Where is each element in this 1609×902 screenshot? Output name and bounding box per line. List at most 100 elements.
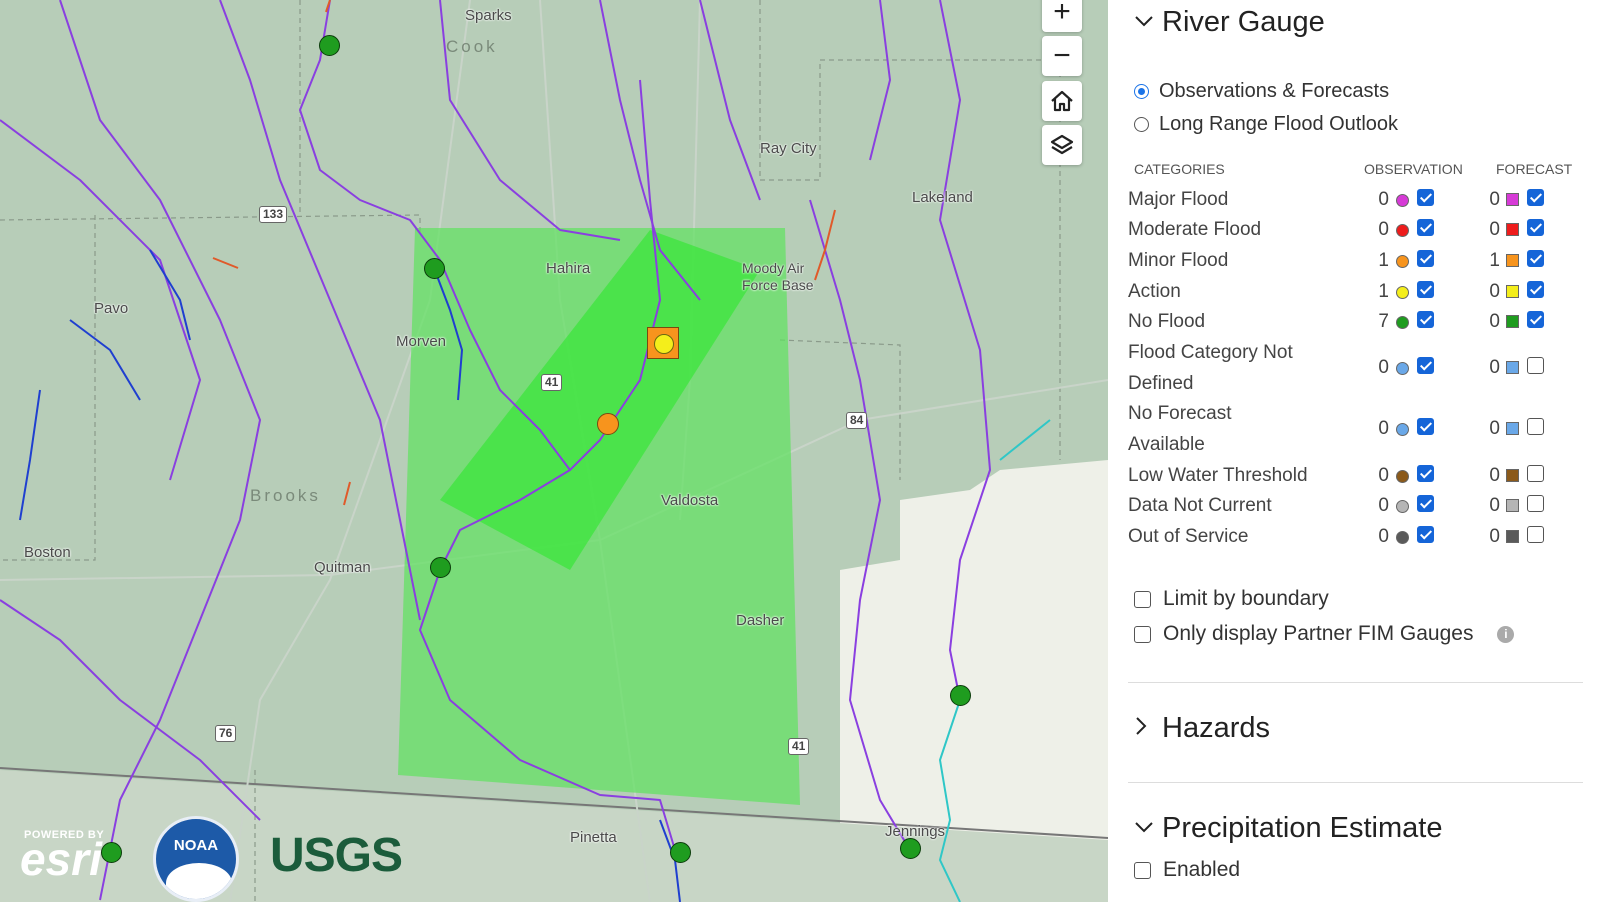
category-row: Moderate Flood 0 0 [1128, 214, 1608, 245]
limit-by-boundary-row[interactable]: Limit by boundary [1134, 587, 1329, 611]
precipitation-section-toggle[interactable]: Precipitation Estimate [1134, 812, 1442, 845]
forecast-legend-square [1506, 284, 1519, 298]
forecast-count: 0 [1489, 218, 1500, 240]
map-view[interactable]: Sparks Ray City Lakeland Hahira Moody Ai… [0, 0, 1108, 902]
observation-checkbox[interactable] [1417, 357, 1434, 374]
forecast-legend-square [1506, 468, 1519, 482]
hazards-title: Hazards [1162, 712, 1270, 744]
gauge-marker-no-flood[interactable] [101, 842, 122, 863]
place-label-quitman: Quitman [314, 559, 371, 576]
observation-checkbox[interactable] [1417, 310, 1434, 328]
gauge-marker-no-flood[interactable] [430, 557, 451, 578]
observation-count: 0 [1378, 418, 1389, 439]
noaa-logo: NOAA [153, 816, 239, 902]
observation-checkbox[interactable] [1417, 249, 1434, 267]
forecast-count: 0 [1489, 280, 1500, 302]
zoom-out-button[interactable]: − [1042, 36, 1082, 76]
observation-checkbox[interactable] [1417, 218, 1434, 236]
forecast-checkbox[interactable] [1527, 280, 1544, 298]
observation-checkbox[interactable] [1417, 494, 1434, 512]
observation-legend-dot [1396, 530, 1409, 544]
place-label-sparks: Sparks [465, 7, 512, 24]
map-canvas[interactable] [0, 0, 1108, 902]
observation-legend-dot [1396, 193, 1409, 207]
forecast-legend-square [1506, 253, 1519, 267]
forecast-checkbox[interactable] [1527, 188, 1544, 206]
forecast-count: 0 [1489, 525, 1500, 547]
place-label-valdosta: Valdosta [661, 492, 719, 509]
precipitation-title: Precipitation Estimate [1162, 812, 1443, 844]
category-row: Low Water Threshold 0 0 [1128, 460, 1608, 491]
highway-shield-41: 41 [788, 738, 810, 755]
observation-count: 1 [1378, 249, 1389, 271]
partner-fim-checkbox[interactable] [1134, 625, 1151, 643]
observation-checkbox[interactable] [1417, 418, 1434, 435]
observation-checkbox[interactable] [1417, 464, 1434, 482]
forecast-count: 0 [1489, 494, 1500, 516]
category-label: Data Not Current [1128, 495, 1272, 516]
precipitation-enabled-checkbox[interactable] [1134, 861, 1151, 879]
gauge-marker-no-flood[interactable] [950, 685, 971, 706]
precipitation-enabled-row[interactable]: Enabled [1134, 858, 1240, 882]
gauge-marker-no-flood[interactable] [424, 258, 445, 279]
forecast-count: 0 [1489, 464, 1500, 486]
place-label-boston: Boston [24, 544, 71, 561]
home-button[interactable] [1042, 81, 1082, 121]
observation-count: 0 [1378, 188, 1389, 210]
radio-long-range-flood-outlook[interactable] [1134, 117, 1149, 132]
radio-observations-forecasts[interactable] [1134, 84, 1149, 99]
place-label-morven: Morven [396, 333, 447, 350]
category-label: No Flood [1128, 311, 1206, 332]
observation-count: 0 [1378, 464, 1389, 486]
usgs-logo: USGS [270, 829, 403, 882]
category-label-line2: Available [1128, 434, 1205, 455]
observation-checkbox[interactable] [1417, 280, 1434, 298]
hazards-section-toggle[interactable]: Hazards [1134, 712, 1270, 745]
observation-legend-dot [1396, 469, 1409, 483]
gauge-marker-no-flood[interactable] [670, 842, 691, 863]
gauge-marker-no-flood[interactable] [319, 35, 340, 56]
highway-shield-133: 133 [259, 206, 288, 223]
partner-fim-row[interactable]: Only display Partner FIM Gauges i [1134, 622, 1515, 646]
place-label-hahira: Hahira [546, 260, 591, 277]
gauge-marker-action-with-minor-forecast[interactable] [647, 327, 679, 359]
zoom-in-button[interactable]: + [1042, 0, 1082, 32]
forecast-checkbox[interactable] [1527, 494, 1544, 512]
observation-count: 0 [1378, 218, 1389, 240]
layers-button[interactable] [1042, 125, 1082, 165]
limit-by-boundary-checkbox[interactable] [1134, 590, 1151, 608]
forecast-checkbox[interactable] [1527, 525, 1544, 543]
noaa-logo-text: NOAA [173, 837, 219, 854]
forecast-checkbox[interactable] [1527, 218, 1544, 236]
section-divider [1128, 782, 1583, 783]
forecast-legend-square [1506, 314, 1519, 328]
column-header-forecast: FORECAST [1496, 161, 1573, 177]
forecast-checkbox[interactable] [1527, 464, 1544, 482]
category-row: No Flood 7 0 [1128, 306, 1608, 337]
place-label-pavo: Pavo [94, 300, 129, 317]
county-label-cook: Cook [446, 37, 498, 56]
category-label-line2: Defined [1128, 373, 1194, 394]
layer-panel: River Gauge Observations & Forecasts Lon… [1108, 0, 1609, 902]
river-gauge-section-toggle[interactable]: River Gauge [1134, 6, 1325, 39]
section-divider [1128, 682, 1583, 683]
forecast-checkbox[interactable] [1527, 310, 1544, 328]
gauge-marker-no-flood[interactable] [900, 838, 921, 859]
forecast-checkbox[interactable] [1527, 418, 1544, 435]
observation-checkbox[interactable] [1417, 525, 1434, 543]
forecast-legend-square [1506, 422, 1519, 435]
option-observations-forecasts[interactable]: Observations & Forecasts [1134, 80, 1389, 103]
category-row: Out of Service 0 0 [1128, 521, 1608, 552]
forecast-count: 1 [1489, 249, 1500, 271]
forecast-checkbox[interactable] [1527, 249, 1544, 267]
category-row: Action 1 0 [1128, 276, 1608, 307]
place-label-pinetta: Pinetta [570, 829, 617, 846]
gauge-marker-minor-flood[interactable] [597, 413, 619, 435]
forecast-checkbox[interactable] [1527, 357, 1544, 374]
place-label-lakeland: Lakeland [912, 189, 973, 206]
observation-checkbox[interactable] [1417, 188, 1434, 206]
option-long-range-flood-outlook[interactable]: Long Range Flood Outlook [1134, 113, 1398, 136]
info-icon[interactable]: i [1497, 625, 1515, 643]
observation-count: 0 [1378, 525, 1389, 547]
observation-legend-dot [1396, 362, 1409, 375]
